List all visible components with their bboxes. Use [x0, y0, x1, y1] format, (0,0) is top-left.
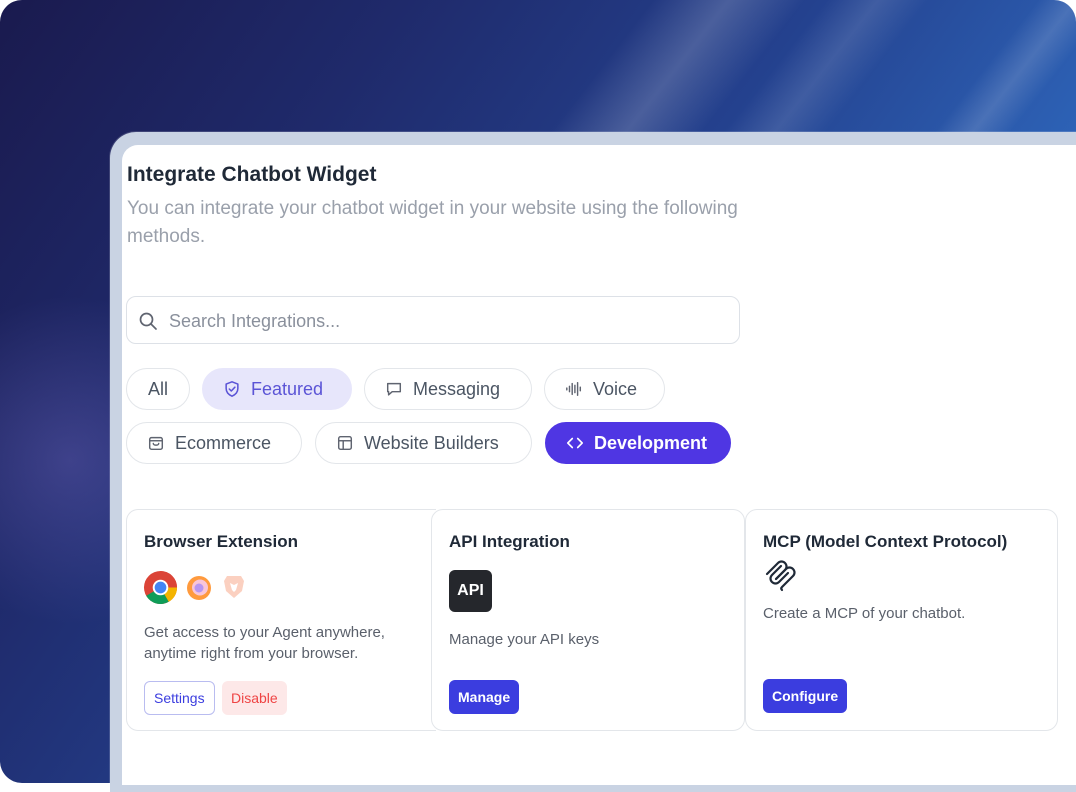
filter-chip-messaging[interactable]: Messaging — [364, 368, 532, 410]
card-title: MCP (Model Context Protocol) — [763, 532, 1008, 551]
layout-icon — [337, 435, 353, 451]
search-icon — [139, 312, 157, 330]
message-icon — [386, 382, 402, 396]
mcp-icon — [765, 560, 796, 592]
disable-button[interactable]: Disable — [222, 681, 287, 715]
firefox-icon — [187, 576, 211, 600]
chrome-icon — [143, 570, 178, 605]
filter-chip-label: Featured — [251, 378, 324, 399]
filter-chip-label: Development — [594, 432, 708, 453]
code-icon — [566, 437, 584, 449]
filter-chip-voice[interactable]: Voice — [544, 368, 665, 410]
filter-chip-all[interactable]: All — [126, 368, 190, 410]
api-icon: API — [449, 570, 492, 612]
waveform-icon — [566, 381, 582, 397]
card-description: Create a MCP of your chatbot. — [763, 605, 966, 622]
shield-check-icon — [225, 381, 239, 397]
search-input[interactable]: Search Integrations... — [126, 296, 740, 344]
filter-chip-label: All — [147, 378, 168, 399]
card-browser-extension: Browser Extension Get access to your Age… — [126, 509, 436, 731]
page-title: Integrate Chatbot Widget — [127, 163, 377, 186]
filter-chip-ecommerce[interactable]: Ecommerce — [126, 422, 302, 464]
search-placeholder: Search Integrations... — [169, 311, 341, 331]
settings-button[interactable]: Settings — [144, 681, 215, 715]
filter-chip-featured[interactable]: Featured — [202, 368, 352, 410]
filter-chip-website-builders[interactable]: Website Builders — [315, 422, 532, 464]
filter-chip-development[interactable]: Development — [545, 422, 731, 464]
page-subtitle: You can integrate your chatbot widget in… — [127, 198, 738, 247]
manage-button[interactable]: Manage — [449, 680, 520, 714]
card-title: API Integration — [449, 532, 570, 551]
shopping-bag-icon — [148, 436, 164, 451]
filter-chip-label: Website Builders — [364, 432, 499, 453]
configure-button[interactable]: Configure — [763, 679, 848, 713]
filter-chip-label: Voice — [593, 378, 638, 399]
filter-chip-label: Ecommerce — [175, 432, 272, 453]
card-title: Browser Extension — [144, 532, 298, 551]
card-mcp: MCP (Model Context Protocol) Create a MC… — [745, 509, 1058, 731]
card-description: Get access to your Agent anywhere, anyti… — [144, 624, 385, 662]
card-description: Manage your API keys — [449, 631, 600, 648]
card-api-integration: API Integration API Manage your API keys… — [431, 509, 745, 731]
filter-chip-label: Messaging — [413, 378, 501, 399]
brave-icon — [224, 576, 244, 598]
